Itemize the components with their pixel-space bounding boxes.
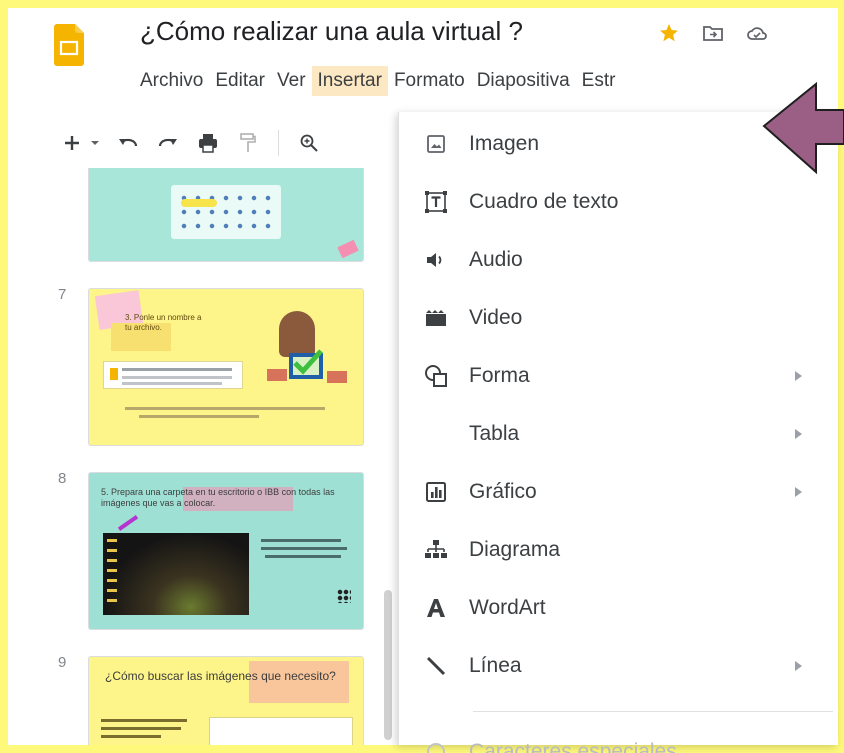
cloud-status-icon[interactable] bbox=[746, 22, 768, 44]
slide-pointer-arrow bbox=[117, 515, 139, 531]
slide-text: ¿Cómo buscar las imágenes que necesito? bbox=[105, 669, 336, 683]
menu-item-label: Diagrama bbox=[469, 538, 561, 561]
slide-books-image bbox=[267, 369, 287, 381]
menu-item-diagrama[interactable]: Diagrama bbox=[399, 524, 839, 576]
new-slide-icon[interactable] bbox=[58, 129, 86, 157]
menu-insertar[interactable]: Insertar bbox=[311, 66, 388, 96]
diagram-icon bbox=[423, 537, 449, 563]
menu-ver[interactable]: Ver bbox=[271, 66, 312, 96]
slide-decor bbox=[337, 589, 351, 603]
document-title[interactable]: ¿Cómo realizar una aula virtual ? bbox=[140, 16, 523, 47]
menu-diapositiva[interactable]: Diapositiva bbox=[471, 66, 576, 96]
video-icon bbox=[423, 305, 449, 331]
text-box-icon bbox=[423, 189, 449, 215]
slide-screenshot bbox=[103, 361, 243, 389]
slide-caption-line bbox=[139, 415, 259, 418]
menu-item-label: Tabla bbox=[469, 422, 520, 445]
slide-filmstrip[interactable]: 7 3. Ponle un nombre a tu archivo. 8 5. … bbox=[8, 168, 396, 745]
submenu-arrow-icon bbox=[795, 429, 802, 439]
menu-item-label: Audio bbox=[469, 248, 523, 271]
slide-caption-line bbox=[125, 407, 325, 410]
menu-item-linea[interactable]: Línea bbox=[399, 640, 839, 692]
menu-item-forma[interactable]: Forma bbox=[399, 350, 839, 402]
insert-menu: Imagen Cuadro de texto Audio Video Forma… bbox=[398, 112, 839, 753]
menu-item-label: Imagen bbox=[469, 132, 540, 155]
menu-formato[interactable]: Formato bbox=[388, 66, 471, 96]
slide-caption-line bbox=[101, 727, 181, 730]
slide-number: 9 bbox=[58, 654, 67, 671]
line-icon bbox=[423, 653, 449, 679]
slide-thumbnail-9[interactable]: ¿Cómo buscar las imágenes que necesito? bbox=[88, 656, 364, 745]
wordart-icon bbox=[423, 595, 449, 621]
special-characters-icon bbox=[423, 739, 449, 753]
print-icon[interactable] bbox=[194, 129, 222, 157]
toolbar bbox=[58, 122, 323, 164]
slide-caption-line bbox=[101, 719, 187, 722]
submenu-arrow-icon bbox=[795, 661, 802, 671]
slide-caption-line bbox=[265, 555, 341, 558]
google-slides-logo[interactable] bbox=[54, 24, 84, 66]
redo-icon[interactable] bbox=[154, 129, 182, 157]
menu-item-label: Forma bbox=[469, 364, 530, 387]
chart-icon bbox=[423, 479, 449, 505]
menu-item-tabla[interactable]: Tabla bbox=[399, 408, 839, 460]
paint-format-icon[interactable] bbox=[234, 129, 262, 157]
slide-books-image bbox=[327, 371, 347, 383]
menu-item-label: Gráfico bbox=[469, 480, 537, 503]
slide-thumbnail-8[interactable]: 5. Prepara una carpeta en tu escritorio … bbox=[88, 472, 364, 630]
submenu-arrow-icon bbox=[795, 371, 802, 381]
menu-editar[interactable]: Editar bbox=[209, 66, 271, 96]
slide-text: 5. Prepara una carpeta en tu escritorio … bbox=[101, 487, 335, 509]
toolbar-divider bbox=[278, 130, 279, 156]
slide-caption-line bbox=[261, 539, 341, 542]
slide-number: 8 bbox=[58, 470, 67, 487]
slide-checkmark-image bbox=[289, 349, 323, 379]
zoom-icon[interactable] bbox=[295, 129, 323, 157]
menu-item-label: WordArt bbox=[469, 596, 546, 619]
menu-bar: Archivo Editar Ver Insertar Formato Diap… bbox=[140, 66, 621, 96]
audio-icon bbox=[423, 247, 449, 273]
filmstrip-scrollbar[interactable] bbox=[384, 590, 392, 740]
menu-item-label: Línea bbox=[469, 654, 522, 677]
slide-decor bbox=[337, 239, 359, 259]
slide-number: 7 bbox=[58, 286, 67, 303]
menu-item-grafico[interactable]: Gráfico bbox=[399, 466, 839, 518]
slide-text: 3. Ponle un nombre a tu archivo. bbox=[125, 313, 202, 332]
screenshot-frame-left bbox=[0, 0, 8, 753]
slide-desktop-image bbox=[103, 533, 249, 615]
submenu-arrow-icon bbox=[795, 487, 802, 497]
move-to-folder-icon[interactable] bbox=[702, 22, 724, 44]
menu-item-label: Cuadro de texto bbox=[469, 190, 619, 213]
slide-caption-line bbox=[101, 735, 161, 738]
image-icon bbox=[423, 131, 449, 157]
menu-divider bbox=[473, 711, 833, 712]
menu-item-caracteres-especiales[interactable]: Caracteres especiales bbox=[399, 726, 839, 753]
slide-screenshot bbox=[209, 717, 353, 745]
menu-item-video[interactable]: Video bbox=[399, 292, 839, 344]
star-icon[interactable] bbox=[658, 22, 680, 44]
menu-item-audio[interactable]: Audio bbox=[399, 234, 839, 286]
annotation-pointer-arrow bbox=[760, 80, 844, 190]
menu-estructurar[interactable]: Estr bbox=[576, 66, 622, 96]
slide-highlight bbox=[181, 199, 217, 207]
menu-archivo[interactable]: Archivo bbox=[140, 66, 209, 96]
screenshot-frame-top bbox=[0, 0, 844, 8]
menu-item-wordart[interactable]: WordArt bbox=[399, 582, 839, 634]
menu-item-label: Video bbox=[469, 306, 523, 329]
slide-thumbnail-7[interactable]: 3. Ponle un nombre a tu archivo. bbox=[88, 288, 364, 446]
shape-icon bbox=[423, 363, 449, 389]
slide-image-grid bbox=[171, 185, 281, 239]
dropdown-caret-icon[interactable] bbox=[88, 129, 102, 157]
slide-caption-line bbox=[261, 547, 347, 550]
menu-item-label: Caracteres especiales bbox=[469, 740, 677, 753]
slide-thumbnail-6[interactable] bbox=[88, 168, 364, 262]
undo-icon[interactable] bbox=[114, 129, 142, 157]
